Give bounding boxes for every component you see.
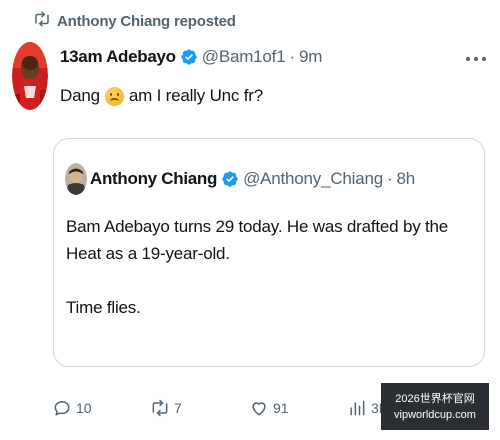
quoted-author-avatar [65,163,87,195]
quoted-author-name[interactable]: Anthony Chiang [90,169,217,189]
quoted-tweet-card[interactable]: Anthony Chiang @Anthony_Chiang · 8h Bam … [53,138,485,367]
author-handle[interactable]: @Bam1of1 [202,47,286,67]
tweet-text-end: am I really Unc fr? [128,86,263,105]
like-button[interactable]: 91 [249,398,289,418]
author-avatar[interactable] [12,42,48,110]
verified-badge-icon [221,170,239,188]
tweet-text-start: Dang [60,86,100,105]
quoted-tweet-text: Bam Adebayo turns 29 today. He was draft… [66,213,476,321]
repost-icon [150,398,170,418]
author-name[interactable]: 13am Adebayo [60,47,176,67]
more-options-icon[interactable] [466,52,486,66]
separator-dot: · [387,169,393,188]
repost-icon [33,10,51,32]
separator-dot: · [289,47,295,66]
views-chart-icon [347,398,367,418]
watermark-line: 2026世界杯官网 [395,393,475,405]
tweet-text: Dang am I really Unc fr? [60,86,263,106]
like-count: 91 [273,400,289,416]
heart-icon [249,398,269,418]
quoted-text-paragraph: Bam Adebayo turns 29 today. He was draft… [66,217,449,263]
quoted-tweet-time[interactable]: 8h [397,169,416,189]
repost-indicator[interactable]: Anthony Chiang reposted [33,10,236,32]
quoted-text-paragraph: Time flies. [66,298,141,317]
tweet-time[interactable]: 9m [299,47,322,67]
watermark-line: vipworldcup.com [394,409,476,421]
upside-down-face-emoji-icon [104,86,124,106]
repost-count: 7 [174,400,182,416]
reply-button[interactable]: 10 [52,398,92,418]
quoted-tweet-header: Anthony Chiang @Anthony_Chiang · 8h [90,169,415,189]
tweet-header: 13am Adebayo @Bam1of1 · 9m [60,47,322,67]
verified-badge-icon [180,48,198,66]
quoted-author-handle[interactable]: @Anthony_Chiang [243,169,383,189]
repost-label: Anthony Chiang reposted [57,12,236,30]
repost-button[interactable]: 7 [150,398,182,418]
reply-count: 10 [76,400,92,416]
watermark-overlay: 2026世界杯官网 vipworldcup.com [381,383,489,430]
reply-icon [52,398,72,418]
